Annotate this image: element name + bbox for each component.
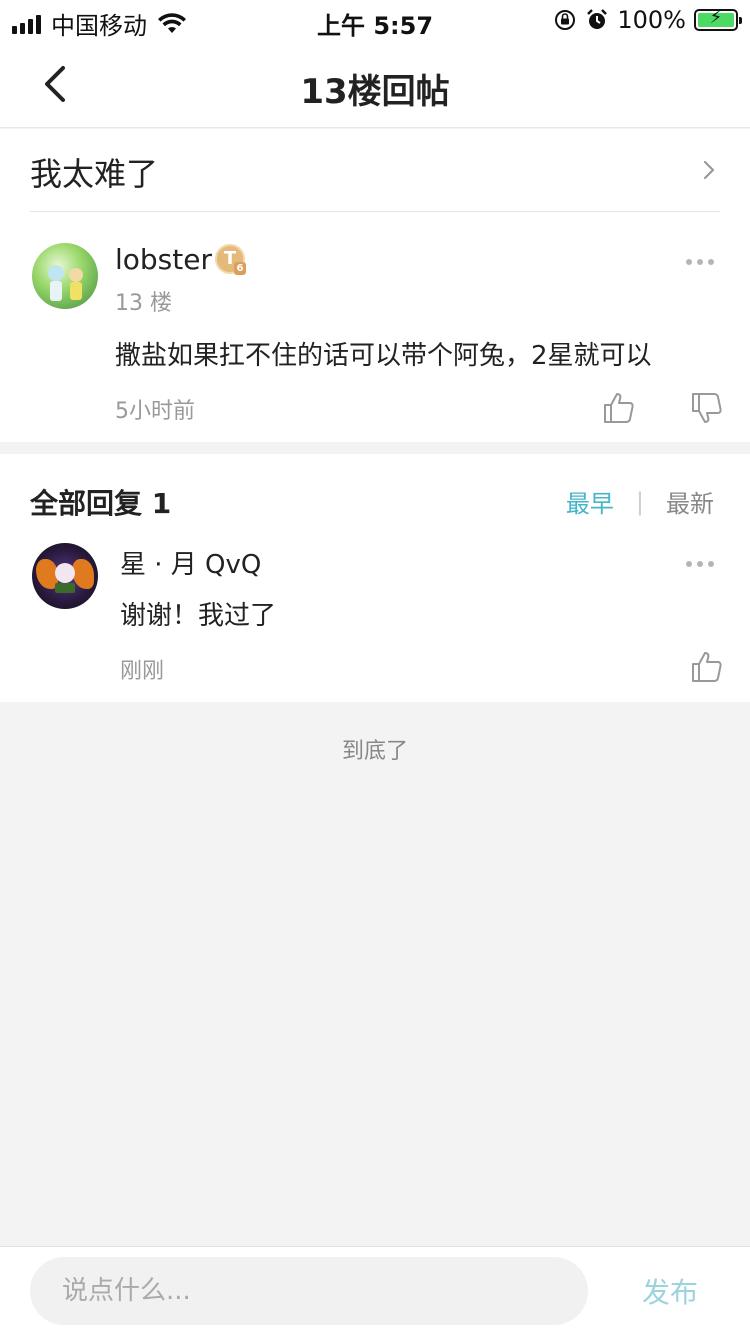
- thread-title: 我太难了: [30, 155, 159, 193]
- level-badge-number: 6: [234, 262, 246, 275]
- avatar-image: [48, 265, 83, 301]
- reply-author[interactable]: 星 · 月 QvQ: [120, 544, 261, 581]
- floor-number: 13 楼: [115, 291, 172, 316]
- replies-header: 全部回复 1: [30, 487, 172, 520]
- orientation-lock-icon: [555, 10, 576, 30]
- comment-bar: 发布: [0, 1246, 750, 1334]
- publish-button[interactable]: 发布: [642, 1271, 698, 1311]
- avatar-image: [55, 563, 75, 593]
- sort-latest-button[interactable]: 最新: [666, 484, 714, 519]
- floor-post-card: 我太难了 lobster T 6 13 楼 撒盐如果扛不住的话可以带个阿兔，2星…: [0, 129, 750, 442]
- more-icon[interactable]: [686, 561, 714, 567]
- chevron-right-icon: [703, 160, 715, 180]
- status-bar: 中国移动 上午 5:57 100% ⚡: [0, 0, 750, 40]
- avatar[interactable]: [32, 543, 98, 609]
- nav-bar: 13楼回帖: [0, 40, 750, 128]
- post-time: 5小时前: [115, 399, 195, 424]
- battery-icon: ⚡: [694, 7, 742, 31]
- level-badge: T 6: [215, 244, 246, 275]
- comment-input[interactable]: [30, 1257, 588, 1325]
- sort-toggle: 最早 | 最新: [566, 484, 714, 519]
- thumbs-up-icon[interactable]: [690, 650, 724, 684]
- reply-content: 谢谢！我过了: [120, 601, 277, 631]
- author-name[interactable]: lobster: [115, 243, 212, 276]
- more-icon[interactable]: [686, 259, 714, 265]
- status-right: 100% ⚡: [553, 6, 742, 34]
- post-content: 撒盐如果扛不住的话可以带个阿兔，2星就可以: [115, 341, 652, 371]
- battery-percentage: 100%: [617, 6, 686, 34]
- sort-earliest-button[interactable]: 最早: [566, 484, 614, 519]
- reply-time: 刚刚: [120, 659, 165, 684]
- thumbs-up-icon[interactable]: [602, 391, 636, 425]
- avatar[interactable]: [32, 243, 98, 309]
- end-of-list-text: 到底了: [341, 739, 408, 764]
- replies-section: 全部回复 1 最早 | 最新 星 · 月 QvQ 谢谢！我过了 刚刚: [0, 454, 750, 702]
- thread-link[interactable]: 我太难了: [30, 129, 720, 212]
- page-title: 13楼回帖: [300, 72, 450, 112]
- alarm-icon: [587, 9, 608, 29]
- thumbs-down-icon[interactable]: [690, 391, 724, 425]
- sort-divider: |: [635, 487, 644, 516]
